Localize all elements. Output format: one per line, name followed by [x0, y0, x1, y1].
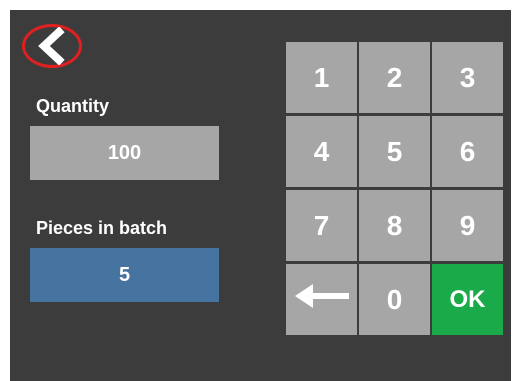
pieces-in-batch-label: Pieces in batch: [36, 218, 168, 238]
keypad-screen: Quantity 100 Pieces in batch 5 1 2 3 4 5…: [10, 10, 511, 381]
left-arrow-icon: [293, 281, 351, 318]
key-4[interactable]: 4: [286, 116, 357, 187]
key-5[interactable]: 5: [359, 116, 430, 187]
chevron-left-icon: [33, 27, 71, 65]
ok-button[interactable]: OK: [432, 264, 503, 335]
key-8[interactable]: 8: [359, 190, 430, 261]
key-9[interactable]: 9: [432, 190, 503, 261]
key-6[interactable]: 6: [432, 116, 503, 187]
key-3[interactable]: 3: [432, 42, 503, 113]
quantity-field[interactable]: 100: [30, 126, 219, 180]
key-7[interactable]: 7: [286, 190, 357, 261]
key-2[interactable]: 2: [359, 42, 430, 113]
quantity-value: 100: [107, 141, 142, 164]
back-button[interactable]: [22, 24, 82, 68]
key-1[interactable]: 1: [286, 42, 357, 113]
pieces-in-batch-value: 5: [118, 263, 131, 286]
backspace-key[interactable]: [286, 264, 357, 335]
pieces-in-batch-field[interactable]: 5: [30, 248, 219, 302]
quantity-label: Quantity: [36, 96, 110, 116]
key-0[interactable]: 0: [359, 264, 430, 335]
